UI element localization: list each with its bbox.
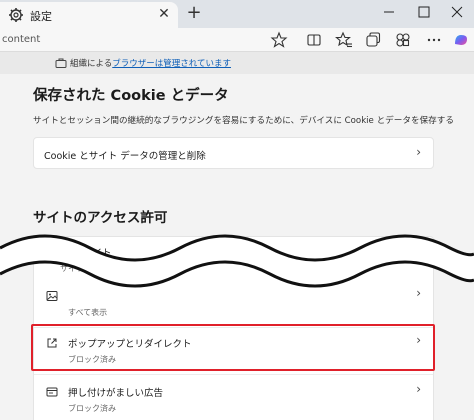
managed-notice: 組織によるブラウザーは管理されています (70, 57, 231, 69)
maximize-icon[interactable] (407, 0, 441, 24)
menu-icon[interactable] (425, 31, 443, 49)
extensions-icon[interactable] (394, 31, 412, 49)
wavy-cut-overlay (0, 234, 474, 288)
tab-title: 設定 (30, 10, 52, 23)
managed-notice-prefix: 組織による (70, 59, 113, 69)
briefcase-icon (55, 58, 67, 68)
manage-cookies-label: Cookie とサイト データの管理と削除 (44, 151, 206, 162)
gear-icon (9, 8, 23, 22)
toolbar: content (0, 28, 474, 52)
cookie-section-description: サイトとセッション間の継続的なブラウジングを容易にするために、デバイスに Coo… (33, 116, 454, 126)
copilot-icon[interactable] (452, 31, 470, 49)
managed-notice-bar: 組織によるブラウザーは管理されています (0, 52, 474, 74)
manage-cookies-card[interactable]: Cookie とサイト データの管理と削除 › (33, 137, 434, 169)
chevron-right-icon: › (416, 145, 421, 159)
intrusive-ads-subtitle: ブロック済み (68, 404, 116, 413)
chevron-right-icon: › (416, 382, 421, 396)
close-icon[interactable] (440, 0, 474, 24)
managed-notice-link[interactable]: ブラウザーは管理されています (112, 59, 231, 69)
cookie-section-heading: 保存された Cookie とデータ (33, 88, 229, 104)
favorite-star-icon[interactable] (270, 31, 288, 49)
intrusive-ads-title: 押し付けがましい広告 (68, 388, 164, 399)
tab-settings[interactable]: 設定 ✕ (0, 2, 178, 28)
minimize-icon[interactable] (372, 0, 406, 24)
split-screen-icon[interactable] (305, 31, 323, 49)
divider (34, 374, 433, 375)
address-bar[interactable]: content (0, 31, 264, 49)
favorites-icon[interactable] (335, 31, 353, 49)
highlight-box (31, 324, 435, 371)
tab-strip: 設定 ✕ + (0, 0, 474, 28)
permissions-section-heading: サイトのアクセス許可 (33, 210, 168, 226)
tab-close-icon[interactable]: ✕ (155, 5, 173, 23)
new-tab-button[interactable]: + (184, 2, 204, 24)
ad-icon (46, 387, 58, 397)
images-subtitle: すべて表示 (68, 308, 108, 317)
collections-icon[interactable] (364, 31, 382, 49)
